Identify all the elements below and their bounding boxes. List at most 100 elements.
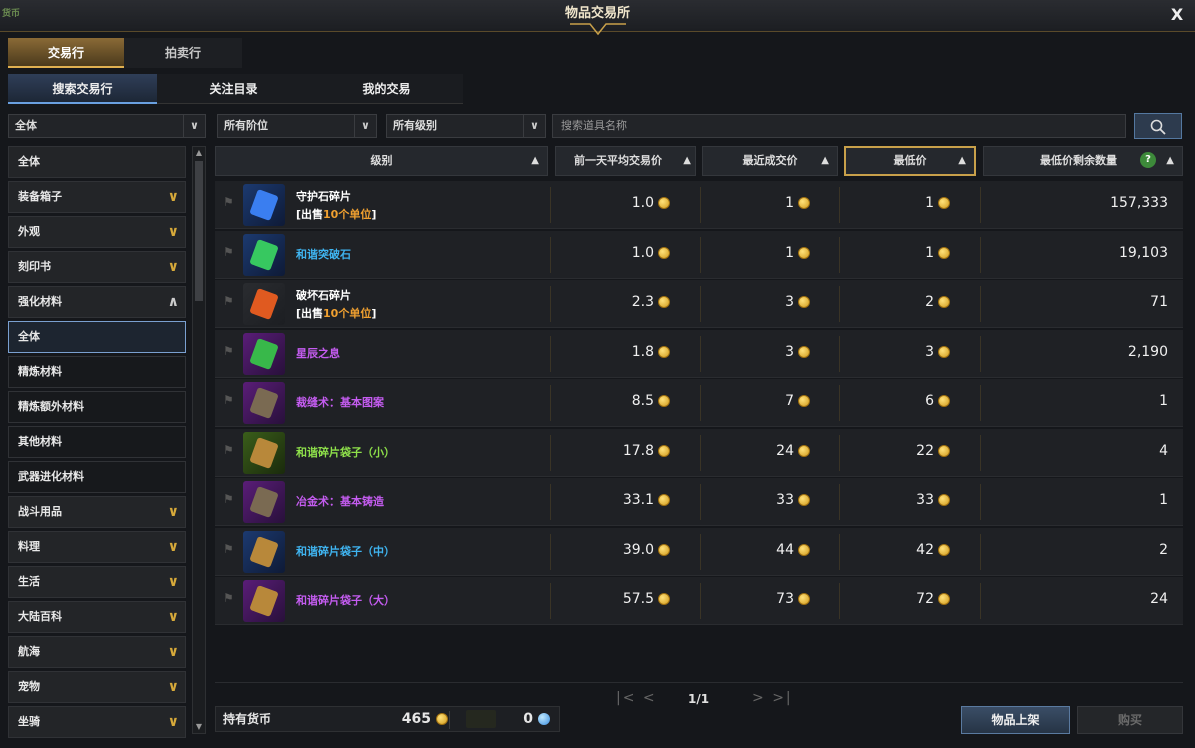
chevron-down-icon: ∨ bbox=[167, 504, 179, 520]
sidebar-item-label: 生活 bbox=[18, 575, 40, 588]
column-divider bbox=[550, 187, 551, 223]
table-row[interactable]: ⚑ 裁缝术：基本图案 8.5 7 6 1 bbox=[215, 379, 1183, 427]
column-divider bbox=[839, 484, 840, 520]
tab-auction[interactable]: 拍卖行 bbox=[124, 38, 242, 68]
page-next-last[interactable]: > >| bbox=[752, 690, 793, 706]
header-recent-price[interactable]: 最近成交价 ▲ bbox=[702, 146, 838, 176]
sidebar-item-label: 航海 bbox=[18, 645, 40, 658]
value-avg-text: 17.8 bbox=[622, 442, 654, 459]
header-avg-price[interactable]: 前一天平均交易价 ▲ bbox=[555, 146, 696, 176]
pin-icon[interactable]: ⚑ bbox=[223, 542, 234, 556]
table-row[interactable]: ⚑ 和谐碎片袋子（小） 17.8 24 22 4 bbox=[215, 428, 1183, 477]
sidebar-item[interactable]: 刻印书 ∨ bbox=[8, 251, 186, 283]
sidebar-item[interactable]: 其他材料 bbox=[8, 426, 186, 458]
gold-coin-icon bbox=[798, 296, 810, 308]
value-qty: 1 bbox=[1159, 393, 1168, 409]
value-lowest-text: 1 bbox=[925, 244, 934, 261]
sidebar-item[interactable]: 装备箱子 ∨ bbox=[8, 181, 186, 213]
page-first-prev[interactable]: |< < bbox=[616, 690, 657, 706]
pin-icon[interactable]: ⚑ bbox=[223, 591, 234, 605]
sidebar-item[interactable]: 坐骑 ∨ bbox=[8, 706, 186, 738]
level-dropdown[interactable]: 所有级别 ∨ bbox=[386, 114, 546, 138]
sidebar-item[interactable]: 外观 ∨ bbox=[8, 216, 186, 248]
help-icon[interactable]: ? bbox=[1140, 152, 1156, 168]
sidebar-item[interactable]: 料理 ∨ bbox=[8, 531, 186, 563]
pin-icon[interactable]: ⚑ bbox=[223, 443, 234, 457]
value-recent: 73 bbox=[776, 591, 810, 607]
prev-page-icon[interactable]: < bbox=[643, 690, 657, 706]
corner-text: 货币 bbox=[2, 9, 21, 19]
table-row[interactable]: ⚑ 破坏石碎片 [出售10个单位] 2.3 3 2 71 bbox=[215, 280, 1183, 328]
value-avg-text: 1.0 bbox=[631, 195, 654, 211]
sidebar-item[interactable]: 强化材料 ∧ bbox=[8, 286, 186, 318]
scrollbar-thumb[interactable] bbox=[195, 161, 203, 301]
sidebar-item[interactable]: 全体 bbox=[8, 146, 186, 178]
value-recent-text: 73 bbox=[776, 591, 794, 607]
column-divider bbox=[980, 286, 981, 322]
pin-icon[interactable]: ⚑ bbox=[223, 393, 234, 407]
scroll-down-icon[interactable]: ▼ bbox=[193, 721, 205, 733]
pin-icon[interactable]: ⚑ bbox=[223, 245, 234, 259]
sort-icon: ▲ bbox=[821, 155, 829, 166]
sidebar-item-label: 全体 bbox=[18, 330, 40, 343]
first-page-icon[interactable]: |< bbox=[616, 690, 636, 706]
table-row[interactable]: ⚑ 守护石碎片 [出售10个单位] 1.0 1 1 157,333 bbox=[215, 181, 1183, 229]
sidebar-scrollbar[interactable]: ▲ ▼ bbox=[192, 146, 206, 734]
sidebar-item[interactable]: 精炼额外材料 bbox=[8, 391, 186, 423]
tab-watchlist[interactable]: 关注目录 bbox=[157, 74, 310, 104]
tier-dropdown[interactable]: 所有阶位 ∨ bbox=[217, 114, 377, 138]
category-dropdown[interactable]: 全体 ∨ bbox=[8, 114, 206, 138]
search-button[interactable] bbox=[1134, 113, 1182, 139]
value-qty-text: 2,190 bbox=[1127, 343, 1168, 360]
column-divider bbox=[550, 434, 551, 471]
value-avg-text: 1.8 bbox=[631, 343, 654, 360]
table-row[interactable]: ⚑ 星辰之息 1.8 3 3 2,190 bbox=[215, 329, 1183, 378]
column-divider bbox=[980, 335, 981, 372]
column-divider bbox=[700, 533, 701, 570]
sidebar-item[interactable]: 武器进化材料 bbox=[8, 461, 186, 493]
sidebar-item[interactable]: 生活 ∨ bbox=[8, 566, 186, 598]
sidebar-item[interactable]: 航海 ∨ bbox=[8, 636, 186, 668]
gold-coin-icon bbox=[658, 246, 670, 259]
gold-coin-icon bbox=[658, 444, 670, 457]
tab-search-exchange[interactable]: 搜索交易行 bbox=[8, 74, 157, 104]
table-row[interactable]: ⚑ 和谐碎片袋子（大） 57.5 73 72 24 bbox=[215, 577, 1183, 625]
sidebar-item[interactable]: 战斗用品 ∨ bbox=[8, 496, 186, 528]
value-qty-text: 19,103 bbox=[1119, 244, 1168, 261]
pin-icon[interactable]: ⚑ bbox=[223, 195, 234, 209]
column-divider bbox=[980, 583, 981, 619]
close-button[interactable]: X bbox=[1167, 5, 1187, 25]
sidebar-item-label: 强化材料 bbox=[18, 295, 62, 308]
pin-icon[interactable]: ⚑ bbox=[223, 344, 234, 358]
sidebar-item[interactable]: 大陆百科 ∨ bbox=[8, 601, 186, 633]
item-icon-shape bbox=[249, 535, 279, 568]
scroll-up-icon[interactable]: ▲ bbox=[193, 147, 205, 159]
header-lowest-price[interactable]: 最低价 ▲ bbox=[844, 146, 976, 176]
last-page-icon[interactable]: >| bbox=[772, 690, 792, 706]
level-dropdown-value: 所有级别 bbox=[393, 119, 437, 132]
sidebar-item[interactable]: 全体 bbox=[8, 321, 186, 353]
pin-icon[interactable]: ⚑ bbox=[223, 294, 234, 308]
search-input[interactable]: 搜索道具名称 bbox=[552, 114, 1126, 138]
tab-exchange[interactable]: 交易行 bbox=[8, 38, 124, 68]
table-row[interactable]: ⚑ 和谐突破石 1.0 1 1 19,103 bbox=[215, 230, 1183, 279]
header-lowest-qty[interactable]: 最低价剩余数量? ▲ bbox=[983, 146, 1183, 176]
sidebar-item[interactable]: 精炼材料 bbox=[8, 356, 186, 388]
next-page-icon[interactable]: > bbox=[752, 690, 766, 706]
list-item-button[interactable]: 物品上架 bbox=[961, 706, 1070, 734]
header-level[interactable]: 级别 ▲ bbox=[215, 146, 548, 176]
column-divider bbox=[839, 335, 840, 372]
table-row[interactable]: ⚑ 和谐碎片袋子（中） 39.0 44 42 2 bbox=[215, 527, 1183, 576]
value-recent: 3 bbox=[785, 344, 810, 360]
gold-coin-icon bbox=[938, 345, 950, 358]
buy-button[interactable]: 购买 bbox=[1077, 706, 1183, 734]
sidebar-item[interactable]: 宠物 ∨ bbox=[8, 671, 186, 703]
value-avg: 33.1 bbox=[623, 492, 670, 508]
table-row[interactable]: ⚑ 冶金术：基本铸造 33.1 33 33 1 bbox=[215, 478, 1183, 526]
window-title: 物品交易所 bbox=[564, 6, 630, 21]
tab-my-trades[interactable]: 我的交易 bbox=[310, 74, 463, 104]
pin-icon[interactable]: ⚑ bbox=[223, 492, 234, 506]
header-lowest-price-label: 最低价 bbox=[893, 154, 927, 167]
item-name: 星辰之息 bbox=[296, 346, 340, 360]
page-indicator: 1/1 bbox=[688, 692, 710, 706]
